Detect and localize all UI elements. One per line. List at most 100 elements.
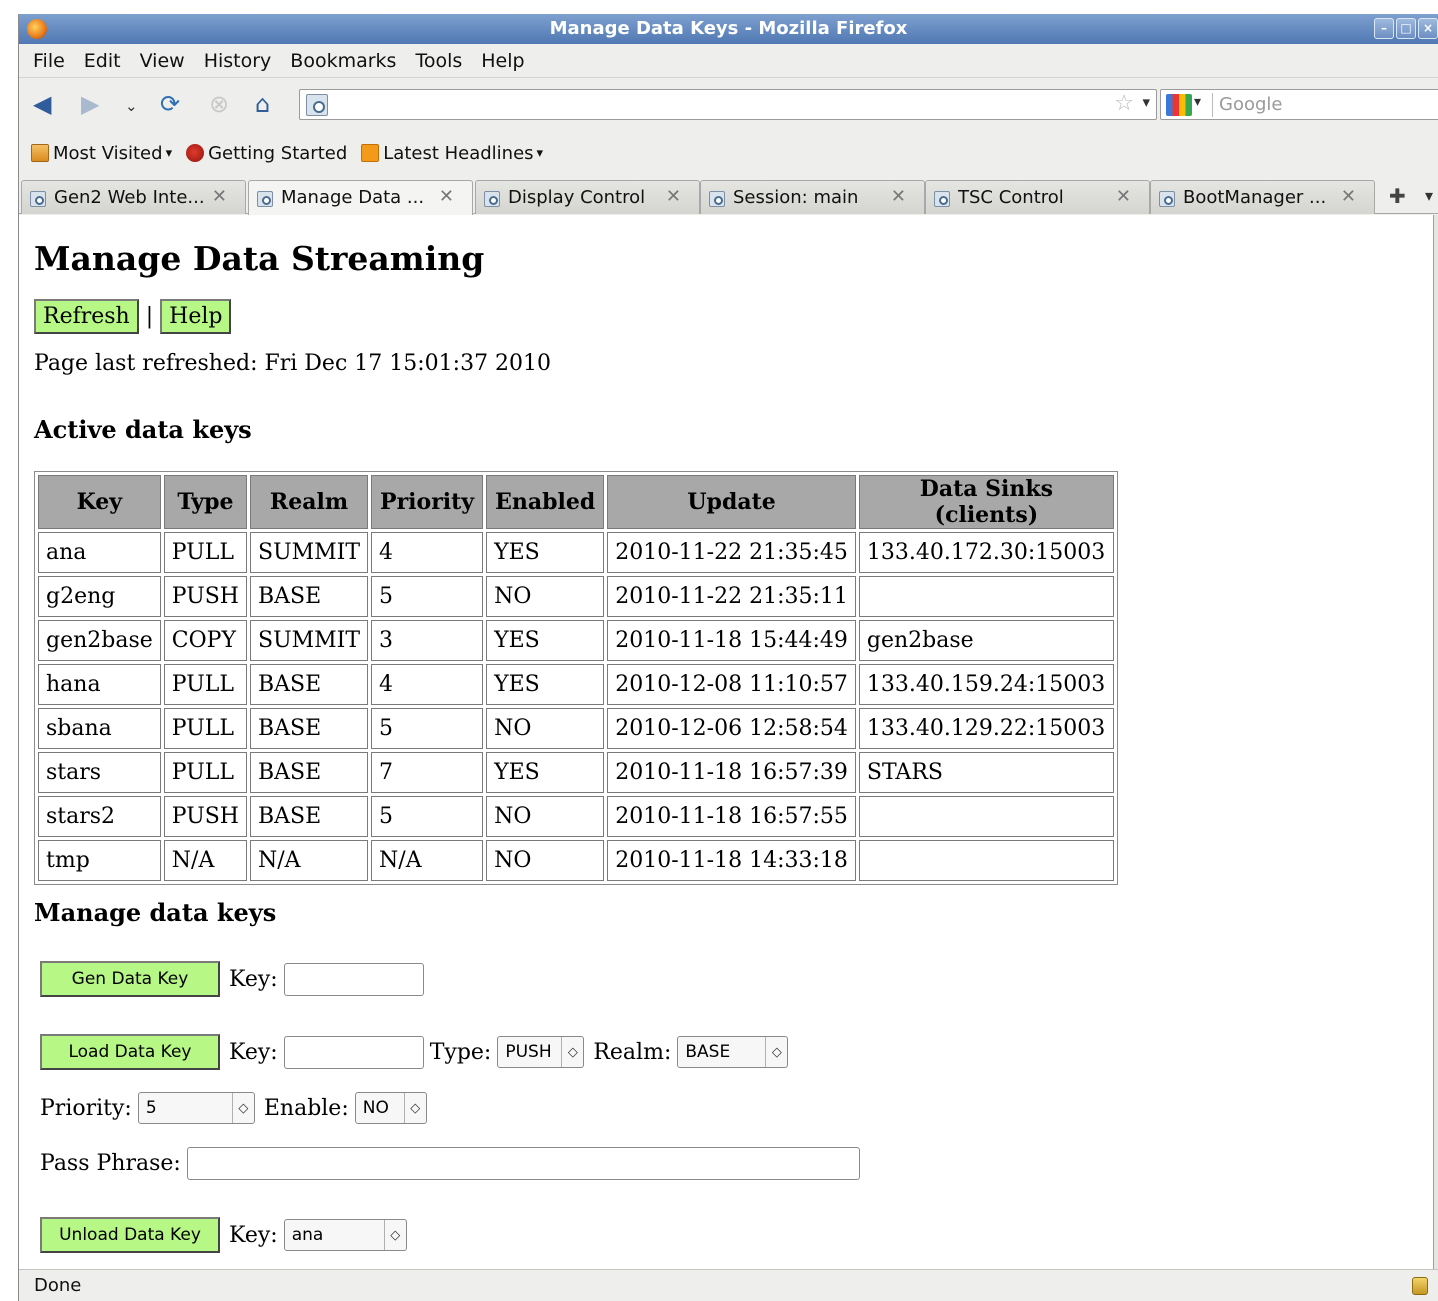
column-header-enabled: Enabled [486,475,605,529]
cell-data-sinks: 133.40.172.30:15003 [858,532,1114,573]
gen-key-label: Key: [229,966,278,992]
cell-data-sinks: 133.40.159.24:15003 [858,664,1114,705]
close-tab-icon[interactable]: ✕ [1341,186,1356,207]
menu-bar: File Edit View History Bookmarks Tools H… [19,45,1438,77]
close-tab-icon[interactable]: ✕ [212,186,227,207]
type-select[interactable]: PUSH ◇ [497,1036,585,1068]
gen-data-key-button[interactable]: Gen Data Key [40,961,220,997]
cell-enabled: YES [486,752,605,793]
maximize-icon[interactable]: □ [1396,18,1416,39]
select-arrows-icon: ◇ [403,1093,426,1123]
search-bar[interactable]: ▾ Google ⚲ [1160,89,1438,120]
new-tab-icon[interactable]: ✚ [1389,184,1406,208]
tab-label: Manage Data ... [281,187,425,208]
table-row: g2eng PUSH BASE 5 NO 2010-11-22 21:35:11 [38,576,1114,617]
chevron-down-icon: ▾ [536,145,544,161]
priority-select[interactable]: 5 ◇ [137,1092,255,1124]
cell-update: 2010-11-18 14:33:18 [607,840,856,881]
cell-key: ana [38,532,161,573]
menu-file[interactable]: File [33,50,65,72]
menu-help[interactable]: Help [481,50,524,72]
refresh-button[interactable]: Refresh [34,299,139,334]
unload-key-select[interactable]: ana ◇ [283,1219,407,1251]
close-tab-icon[interactable]: ✕ [891,186,906,207]
cell-realm: SUMMIT [250,532,369,573]
bookmark-most-visited[interactable]: Most Visited ▾ [31,143,172,164]
search-engine-dropdown-icon[interactable]: ▾ [1194,94,1201,110]
menu-bookmarks[interactable]: Bookmarks [290,50,396,72]
site-favicon-icon [306,94,328,116]
pass-phrase-input[interactable] [186,1147,860,1180]
cell-data-sinks [858,576,1114,617]
cell-enabled: YES [486,532,605,573]
help-button[interactable]: Help [160,299,232,334]
vertical-scrollbar[interactable] [1434,215,1438,1269]
bookmark-label: Getting Started [208,142,348,164]
realm-select[interactable]: BASE ◇ [677,1036,789,1068]
cell-priority: 5 [371,796,484,837]
firefox-window: Manage Data Keys - Mozilla Firefox – □ ×… [18,14,1438,1301]
bookmark-star-icon[interactable]: ☆ [1114,91,1134,116]
load-key-input[interactable] [283,1035,424,1069]
table-row: ana PULL SUMMIT 4 YES 2010-11-22 21:35:4… [38,532,1114,573]
table-row: hana PULL BASE 4 YES 2010-12-08 11:10:57… [38,664,1114,705]
search-engine-icon[interactable] [1166,94,1192,116]
forward-arrow-icon[interactable]: ▶ [81,90,99,118]
close-tab-icon[interactable]: ✕ [666,186,681,207]
cell-realm: BASE [250,752,369,793]
getting-started-icon [186,144,205,162]
address-bar[interactable]: ☆ ▾ [299,89,1157,120]
menu-tools[interactable]: Tools [415,50,462,72]
tab-session-main[interactable]: Session: main ✕ [700,180,925,214]
pass-phrase-row: Pass Phrase: [40,1147,860,1180]
cell-update: 2010-11-22 21:35:11 [607,576,856,617]
tab-display-control[interactable]: Display Control ✕ [475,180,700,214]
tab-manage-data[interactable]: Manage Data ... ✕ [248,180,473,215]
cell-key: gen2base [38,620,161,661]
tab-favicon-icon [484,191,500,207]
cell-enabled: YES [486,664,605,705]
unload-data-key-button[interactable]: Unload Data Key [40,1217,220,1253]
enable-select[interactable]: NO ◇ [354,1092,427,1124]
cell-realm: N/A [250,840,369,881]
page-title: Manage Data Streaming [34,239,485,278]
menu-edit[interactable]: Edit [84,50,121,72]
history-dropdown-icon[interactable]: ⌄ [125,92,138,120]
gen-key-input[interactable] [283,962,424,996]
tab-label: Session: main [733,187,859,208]
column-header-realm: Realm [250,475,369,529]
lock-icon[interactable] [1412,1277,1428,1295]
table-row: tmp N/A N/A N/A NO 2010-11-18 14:33:18 [38,840,1114,881]
cell-update: 2010-11-18 16:57:39 [607,752,856,793]
bookmark-latest-headlines[interactable]: Latest Headlines ▾ [361,143,543,164]
close-window-icon[interactable]: × [1418,18,1438,39]
cell-update: 2010-12-06 12:58:54 [607,708,856,749]
tab-gen2-web[interactable]: Gen2 Web Inte... ✕ [21,180,246,214]
url-dropdown-icon[interactable]: ▾ [1142,93,1150,111]
tab-list-dropdown-icon[interactable]: ▾ [1425,186,1433,205]
minimize-icon[interactable]: – [1374,18,1394,39]
close-tab-icon[interactable]: ✕ [1116,186,1131,207]
load-data-key-button[interactable]: Load Data Key [40,1034,220,1070]
cell-realm: BASE [250,708,369,749]
reload-icon[interactable]: ⟳ [160,90,180,118]
type-label: Type: [429,1039,492,1065]
gen-key-form: Gen Data Key Key: [40,961,424,997]
menu-view[interactable]: View [140,50,185,72]
tab-tsc-control[interactable]: TSC Control ✕ [925,180,1150,214]
tab-bootmanager[interactable]: BootManager ... ✕ [1150,180,1375,214]
manage-keys-heading: Manage data keys [34,898,277,927]
bookmark-getting-started[interactable]: Getting Started [186,143,347,164]
cell-priority: 5 [371,708,484,749]
tab-favicon-icon [1159,191,1175,207]
menu-history[interactable]: History [204,50,272,72]
stop-icon[interactable]: ⊗ [209,90,229,118]
table-row: stars PULL BASE 7 YES 2010-11-18 16:57:3… [38,752,1114,793]
cell-data-sinks [858,840,1114,881]
close-tab-icon[interactable]: ✕ [439,186,454,207]
home-icon[interactable]: ⌂ [255,90,270,118]
priority-select-value: 5 [145,1098,157,1118]
cell-type: PUSH [163,576,247,617]
cell-data-sinks: STARS [858,752,1114,793]
back-arrow-icon[interactable]: ◀ [33,90,51,118]
